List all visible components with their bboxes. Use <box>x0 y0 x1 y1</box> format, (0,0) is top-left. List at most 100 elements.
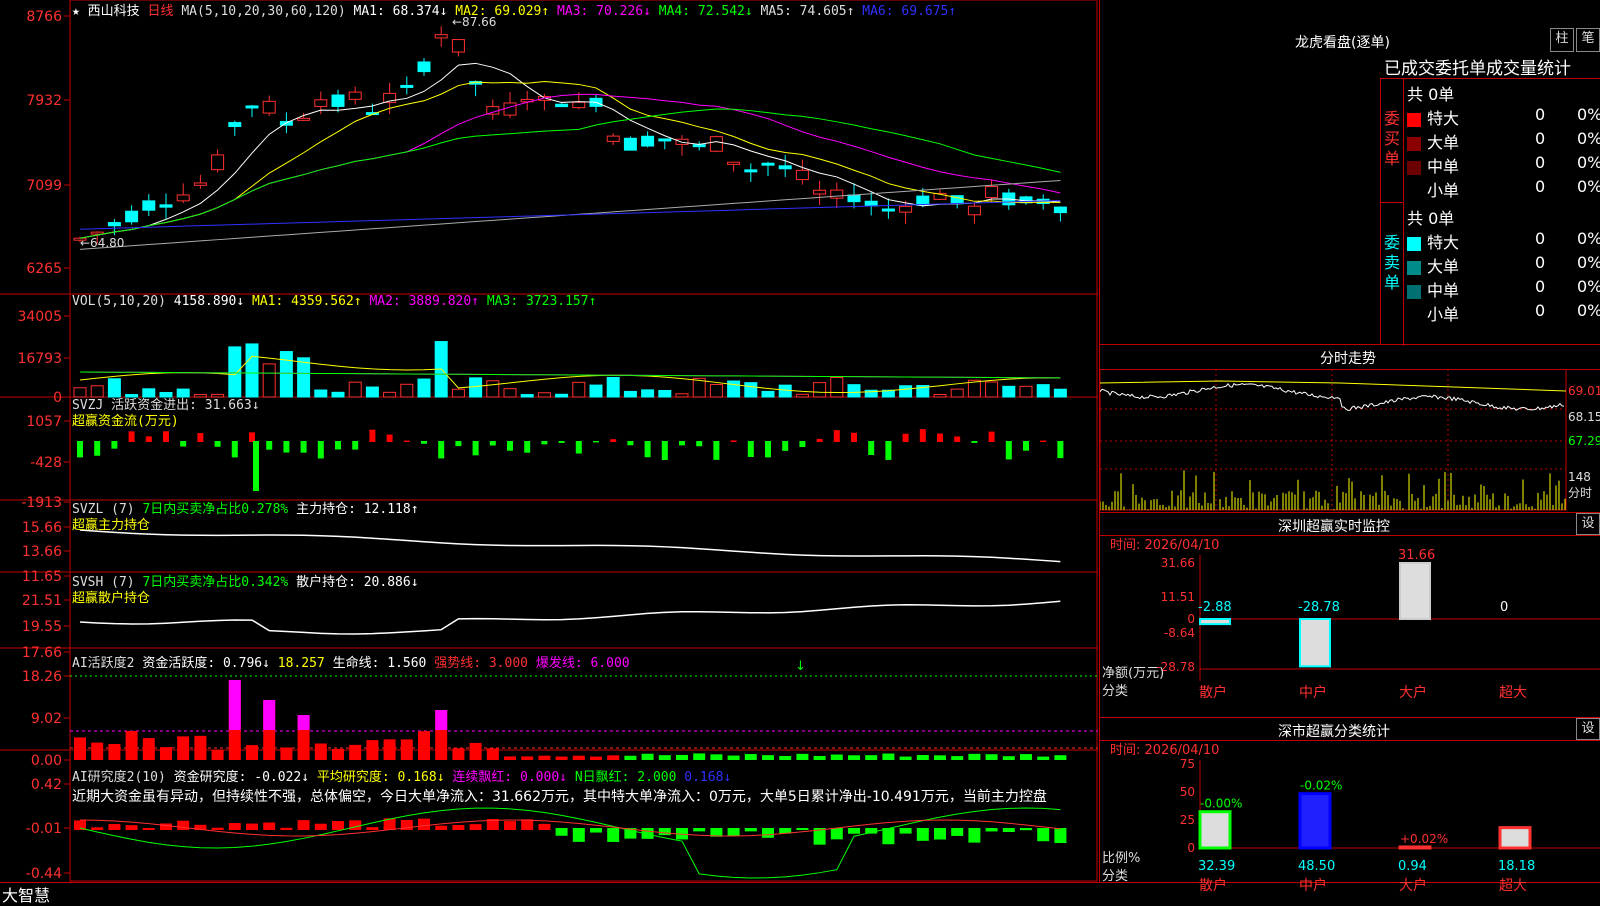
intraday-frame <box>1100 369 1567 511</box>
candle <box>744 169 758 173</box>
ma-legend-item-1: MA1: 68.374↓ <box>353 4 456 19</box>
candle <box>193 182 207 186</box>
classify-bar-change: -0.00% <box>1200 797 1242 811</box>
price-axis-tick: 7932 <box>26 93 62 109</box>
sell-row-value: 0 <box>1535 277 1546 296</box>
research-bar <box>572 828 585 842</box>
sell-row-value: 0 <box>1535 301 1546 320</box>
volume-bar <box>933 393 947 398</box>
column-button[interactable]: 柱 <box>1550 28 1574 52</box>
monitor-bar-value: 31.66 <box>1398 548 1435 563</box>
monitor-settings-button[interactable]: 设 <box>1576 513 1600 535</box>
activity-bar <box>813 755 826 760</box>
chart-area[interactable]: 8766 7932 7099 6265 34005 16793 0 1057 -428 -1913… <box>0 0 1098 900</box>
classify-bar <box>1198 810 1232 850</box>
tab-order-volume-stats[interactable]: 已成交委托单成交量统计 <box>1384 54 1571 79</box>
fund-flow-bar <box>988 431 995 442</box>
svzj-axis-tick: 1057 <box>26 414 62 430</box>
research-bar <box>435 825 448 830</box>
buy-row: 特大 0 0% <box>1407 105 1600 129</box>
activity-bar <box>744 754 757 760</box>
fund-flow-bar <box>438 441 445 459</box>
volume-bar <box>606 376 620 398</box>
monitor-bar <box>1299 618 1331 668</box>
activity-bar <box>590 756 602 760</box>
buy-row-label: 中单 <box>1427 157 1460 176</box>
research-bar <box>246 823 258 830</box>
sell-color-swatch <box>1407 308 1421 323</box>
activity-bar <box>332 748 344 760</box>
right-panel: 龙虎看盘(逐单) 柱 笔 已成交委托单成交量统计 委买单 委卖单 共 0单 特大… <box>1099 0 1600 894</box>
research-bar <box>211 827 224 830</box>
intraday-chart[interactable]: 69.01 68.15 67.29 148 分时 <box>1100 369 1600 511</box>
svsh-subtitle: 超赢散户持仓 <box>72 591 151 606</box>
ma-line-30 <box>79 108 1061 239</box>
volume-bar <box>365 386 379 398</box>
activity-bar <box>762 755 774 760</box>
activity-bar <box>91 742 104 760</box>
buy-row-pct: 0% <box>1577 105 1600 124</box>
activity-bar <box>504 756 516 760</box>
vol-legend-item-4: MA3: 3723.157↑ <box>486 294 597 309</box>
favorite-star-icon[interactable]: ★ <box>72 4 80 19</box>
activity-bar <box>280 747 293 760</box>
volume-bar <box>675 393 689 398</box>
monitor-axis-tick: -8.64 <box>1164 626 1195 640</box>
period-label[interactable]: 日线 <box>148 4 174 19</box>
fund-flow-bar <box>489 441 496 446</box>
svzl-axis-tick: 15.66 <box>22 520 62 536</box>
brand-label: 大智慧 <box>2 886 51 905</box>
activity-bar <box>1037 756 1050 760</box>
candle <box>262 100 276 114</box>
candle <box>864 200 878 207</box>
volume-bar <box>279 351 293 398</box>
fund-flow-bar <box>644 441 651 458</box>
candle <box>434 34 448 39</box>
svzj-subtitle: 超赢资金流(万元) <box>72 414 179 429</box>
stock-name: 西山科技 <box>87 4 140 19</box>
activity-bar <box>452 748 465 760</box>
fund-flow-bar <box>627 441 634 446</box>
sell-row-label: 小单 <box>1427 305 1460 324</box>
research-bar <box>693 828 706 832</box>
research-bar <box>607 828 620 842</box>
vol-legend: VOL(5,10,20) 4158.890↓ MA1: 4359.562↑ MA… <box>72 294 596 309</box>
classify-settings-button[interactable]: 设 <box>1576 718 1600 740</box>
vol-axis-tick: 0 <box>53 390 62 406</box>
activity-bar <box>727 755 740 760</box>
classify-bar-label: 超大 <box>1499 878 1527 894</box>
volume-bar <box>193 394 207 398</box>
activity-bar <box>572 755 585 760</box>
chart-canvas[interactable]: 8766 7932 7099 6265 34005 16793 0 1057 -428 -1913… <box>0 0 1098 900</box>
research-bar <box>452 824 465 830</box>
ai2-axis-tick: -0.01 <box>26 821 62 837</box>
research-bar <box>727 828 740 836</box>
activity-bar <box>246 745 258 760</box>
activity-bar <box>349 744 362 760</box>
activity-bar <box>177 736 190 760</box>
candle <box>331 94 345 107</box>
sell-row: 特大 0 0% <box>1407 229 1600 253</box>
ai1-axis-tick: 18.26 <box>22 669 62 685</box>
svsh-title: SVSH (7) 7日内买卖净占比0.342% 散户持仓: 20.886↓ <box>72 575 419 591</box>
research-bar <box>590 828 602 833</box>
buy-side-col: 委买单 <box>1381 79 1404 201</box>
tick-button[interactable]: 笔 <box>1576 28 1600 52</box>
candle <box>795 169 809 181</box>
volume-bar <box>899 385 913 398</box>
activity-bar-peak <box>297 715 310 730</box>
svzj-axis-tick: -428 <box>30 455 62 471</box>
intraday-price-line <box>1100 382 1565 411</box>
activity-bar <box>693 753 706 760</box>
research-bar <box>744 828 757 832</box>
fund-flow-bar <box>94 441 101 456</box>
volume-bar <box>451 388 465 398</box>
candle <box>107 222 121 227</box>
intraday-label: 分时 <box>1568 486 1592 500</box>
volume-bar <box>778 384 792 398</box>
fund-flow-bar <box>128 431 135 442</box>
buy-row-label: 特大 <box>1427 109 1460 128</box>
research-bar <box>968 828 981 843</box>
activity-bar <box>555 756 568 760</box>
fund-flow-bar <box>352 441 359 450</box>
